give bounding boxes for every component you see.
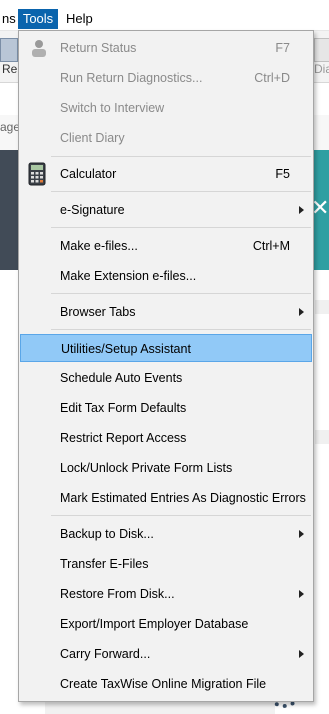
menu-item-label: e-Signature [60,203,125,217]
menu-fragment[interactable]: ns [0,9,18,29]
menu-item-make-extension-efiles[interactable]: Make Extension e-files... [20,262,312,290]
toolbar-diagnostics-icon[interactable] [314,38,329,62]
calculator-icon [28,162,46,186]
menu-item-shortcut: Ctrl+D [254,71,290,85]
dark-banner [0,150,18,270]
menu-item-label: Utilities/Setup Assistant [61,342,191,356]
menu-item-shortcut: Ctrl+M [252,239,290,253]
menu-item-label: Client Diary [60,131,125,145]
menu-item-return-status[interactable]: Return Status F7 [20,34,312,62]
submenu-arrow-icon [299,650,304,658]
menu-item-export-import-employer-db[interactable]: Export/Import Employer Database [20,610,312,638]
menu-item-e-signature[interactable]: e-Signature [20,196,312,224]
menu-item-label: Edit Tax Form Defaults [60,401,187,415]
menu-item-make-efiles[interactable]: Make e-files... Ctrl+M [20,232,312,260]
menu-item-shortcut: F7 [275,41,290,55]
menu-item-label: Switch to Interview [60,101,165,115]
menu-item-label: Browser Tabs [60,305,136,319]
menu-separator [51,329,311,330]
menu-item-create-migration-file[interactable]: Create TaxWise Online Migration File [20,670,312,698]
menu-help[interactable]: Help [64,9,95,29]
menu-item-schedule-auto-events[interactable]: Schedule Auto Events [20,364,312,392]
menu-item-label: Transfer E-Files [60,557,149,571]
tools-dropdown-menu: Return Status F7 Run Return Diagnostics.… [18,30,314,702]
menu-separator [51,515,311,516]
user-status-icon [32,40,46,57]
menu-item-label: Run Return Diagnostics... [60,71,203,85]
menu-item-client-diary[interactable]: Client Diary [20,124,312,152]
menu-item-shortcut: F5 [275,167,290,181]
menu-item-edit-tax-form-defaults[interactable]: Edit Tax Form Defaults [20,394,312,422]
submenu-arrow-icon [299,308,304,316]
menu-item-label: Backup to Disk... [60,527,154,541]
menu-separator [51,191,311,192]
menu-item-label: Carry Forward... [60,647,151,661]
menu-item-label: Restrict Report Access [60,431,187,445]
menu-item-label: Create TaxWise Online Migration File [60,677,267,691]
menu-item-utilities-setup-assistant[interactable]: Utilities/Setup Assistant [20,334,312,362]
menu-separator [51,293,311,294]
toolbar-label-fragment: Re [2,62,18,76]
menu-item-label: Mark Estimated Entries As Diagnostic Err… [60,491,306,505]
menu-bar: ns Tools Help [0,0,329,31]
submenu-arrow-icon [299,206,304,214]
menu-item-calculator[interactable]: Calculator F5 [20,160,312,188]
menu-item-lock-unlock-forms[interactable]: Lock/Unlock Private Form Lists [20,454,312,482]
menu-tools[interactable]: Tools [18,9,58,29]
side-panel-block [315,300,329,314]
menu-item-mark-estimated-entries[interactable]: Mark Estimated Entries As Diagnostic Err… [20,484,312,512]
menu-item-browser-tabs[interactable]: Browser Tabs [20,298,312,326]
menu-item-label: Schedule Auto Events [60,371,183,385]
menu-item-restore-from-disk[interactable]: Restore From Disk... [20,580,312,608]
menu-item-label: Make Extension e-files... [60,269,197,283]
menu-separator [51,156,311,157]
menu-separator [51,227,311,228]
menu-item-transfer-efiles[interactable]: Transfer E-Files [20,550,312,578]
menu-item-carry-forward[interactable]: Carry Forward... [20,640,312,668]
menu-item-label: Make e-files... [60,239,138,253]
menu-item-label: Export/Import Employer Database [60,617,249,631]
menu-item-backup-to-disk[interactable]: Backup to Disk... [20,520,312,548]
menu-item-switch-interview[interactable]: Switch to Interview [20,94,312,122]
side-panel-block [315,430,329,444]
menu-item-run-diagnostics[interactable]: Run Return Diagnostics... Ctrl+D [20,64,312,92]
menu-item-label: Calculator [60,167,117,181]
menu-item-label: Return Status [60,41,137,55]
submenu-arrow-icon [299,590,304,598]
toolbar-label-fragment-right: Dia [314,62,329,76]
menu-item-label: Lock/Unlock Private Form Lists [60,461,233,475]
toolbar-return-icon[interactable] [0,38,18,62]
menu-item-restrict-report-access[interactable]: Restrict Report Access [20,424,312,452]
submenu-arrow-icon [299,530,304,538]
menu-item-label: Restore From Disk... [60,587,175,601]
